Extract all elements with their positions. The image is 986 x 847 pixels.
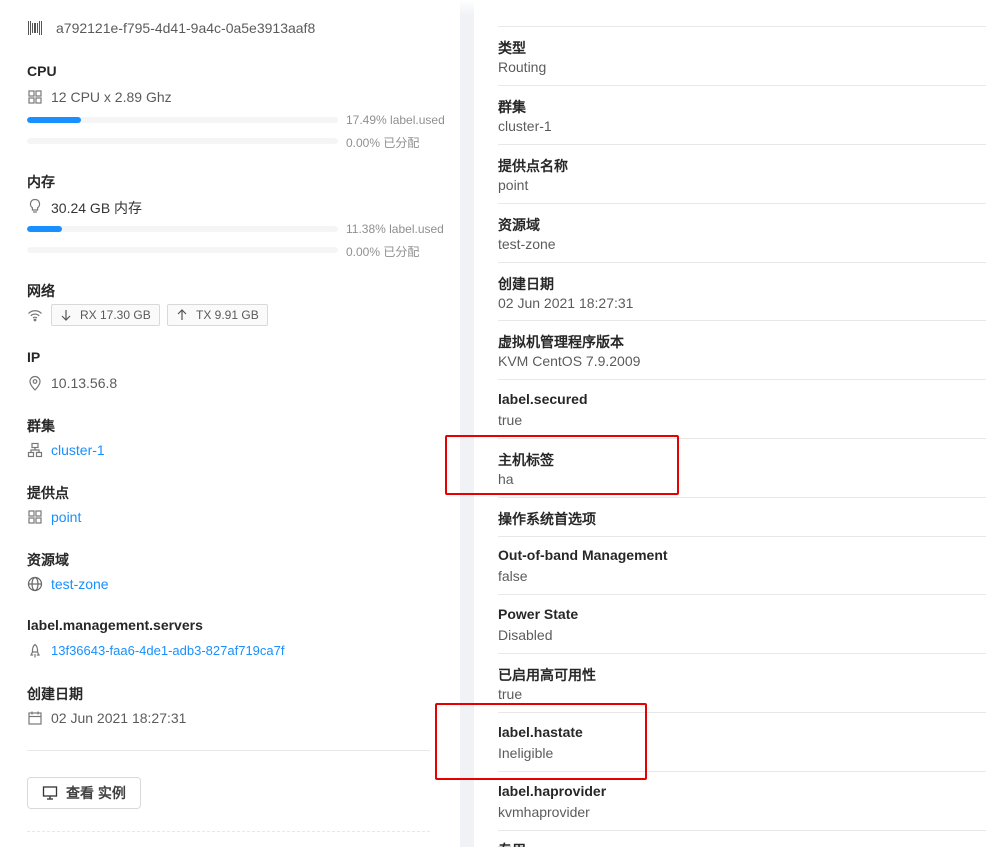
detail-value: cluster-1 <box>498 118 552 134</box>
pod-icon <box>27 509 43 525</box>
top-fade <box>0 0 986 16</box>
cluster-title: 群集 <box>27 418 55 434</box>
detail-label: 已启用高可用性 <box>498 667 596 683</box>
ip-title: IP <box>27 349 41 365</box>
zone-link[interactable]: test-zone <box>51 576 109 592</box>
detail-divider <box>498 594 986 595</box>
network-tx-tag: TX 9.91 GB <box>167 304 268 326</box>
globe-icon <box>27 576 43 592</box>
detail-divider <box>498 26 986 27</box>
ip-value: 10.13.56.8 <box>51 375 118 391</box>
detail-label: Power State <box>498 606 579 622</box>
network-tx: TX 9.91 GB <box>196 308 259 322</box>
cpu-icon <box>27 89 43 105</box>
pod-title: 提供点 <box>27 485 69 501</box>
detail-divider <box>498 203 986 204</box>
created-title: 创建日期 <box>27 686 83 702</box>
cluster-link[interactable]: cluster-1 <box>51 442 105 458</box>
memory-used-label: 11.38% label.used <box>346 222 444 236</box>
detail-value: KVM CentOS 7.9.2009 <box>498 353 641 369</box>
detail-value: true <box>498 412 523 428</box>
cpu-alloc-label: 0.00% 已分配 <box>346 136 420 150</box>
cpu-used-fill <box>27 117 82 123</box>
cpu-used-bar <box>27 117 338 123</box>
view-instances-button[interactable]: 查看 实例 <box>27 777 141 809</box>
highlight-box-host-tags <box>445 435 679 495</box>
detail-divider <box>498 144 986 145</box>
bulb-icon <box>27 198 43 214</box>
detail-value: point <box>498 177 529 193</box>
highlight-box-hastate <box>435 703 647 780</box>
detail-divider <box>498 497 986 498</box>
network-rx: RX 17.30 GB <box>80 308 151 322</box>
wifi-icon <box>27 307 43 323</box>
cpu-summary: 12 CPU x 2.89 Ghz <box>51 89 172 105</box>
arrow-up-icon <box>177 309 187 320</box>
detail-divider <box>498 653 986 654</box>
detail-label: 提供点名称 <box>498 158 568 174</box>
detail-label: Out-of-band Management <box>498 547 668 563</box>
detail-divider <box>498 320 986 321</box>
detail-label: 创建日期 <box>498 276 554 292</box>
memory-summary: 30.24 GB 内存 <box>51 200 143 216</box>
pod-link[interactable]: point <box>51 509 81 525</box>
memory-title: 内存 <box>27 174 55 190</box>
detail-divider <box>498 830 986 831</box>
created-value: 02 Jun 2021 18:27:31 <box>51 710 187 726</box>
detail-value: kvmhaprovider <box>498 804 590 820</box>
detail-value: Routing <box>498 59 547 75</box>
detail-label: 群集 <box>498 99 526 115</box>
zone-title: 资源域 <box>27 552 69 568</box>
view-instances-label: 查看 实例 <box>66 785 126 801</box>
management-link[interactable]: 13f36643-faa6-4de1-adb3-827af719ca7f <box>51 643 284 658</box>
host-summary-card: a792121e-f795-4d41-9a4c-0a5e3913aaf8 CPU… <box>0 0 460 847</box>
desktop-icon <box>42 786 58 800</box>
detail-value: true <box>498 686 523 702</box>
detail-value: test-zone <box>498 236 556 252</box>
detail-divider <box>498 379 986 380</box>
memory-alloc-bar <box>27 247 338 253</box>
divider <box>27 750 430 751</box>
detail-label: 资源域 <box>498 217 540 233</box>
detail-value: 02 Jun 2021 18:27:31 <box>498 295 634 311</box>
calendar-icon <box>27 710 43 726</box>
host-id: a792121e-f795-4d41-9a4c-0a5e3913aaf8 <box>56 20 316 36</box>
detail-label: 操作系统首选项 <box>498 511 596 527</box>
detail-label: label.haprovider <box>498 783 607 799</box>
detail-divider <box>498 262 986 263</box>
detail-value: false <box>498 568 528 584</box>
network-title: 网络 <box>27 283 55 299</box>
detail-divider <box>498 85 986 86</box>
detail-label: 虚拟机管理程序版本 <box>498 334 624 350</box>
cluster-icon <box>27 442 43 458</box>
detail-label: 专用 <box>498 840 526 847</box>
cpu-alloc-bar <box>27 138 338 144</box>
rocket-icon <box>27 643 43 659</box>
location-icon <box>27 375 43 391</box>
arrow-down-icon <box>61 310 71 321</box>
cpu-used-label: 17.49% label.used <box>346 113 445 127</box>
network-rx-tag: RX 17.30 GB <box>51 304 160 326</box>
memory-alloc-label: 0.00% 已分配 <box>346 245 420 259</box>
detail-label: label.secured <box>498 391 588 407</box>
barcode-icon <box>27 20 43 36</box>
memory-used-bar <box>27 226 338 232</box>
management-title: label.management.servers <box>27 617 203 633</box>
divider-bottom <box>27 831 430 832</box>
detail-divider <box>498 536 986 537</box>
detail-label: 类型 <box>498 40 526 56</box>
cpu-title: CPU <box>27 63 57 79</box>
memory-used-fill <box>27 226 63 232</box>
detail-value: Disabled <box>498 627 553 643</box>
